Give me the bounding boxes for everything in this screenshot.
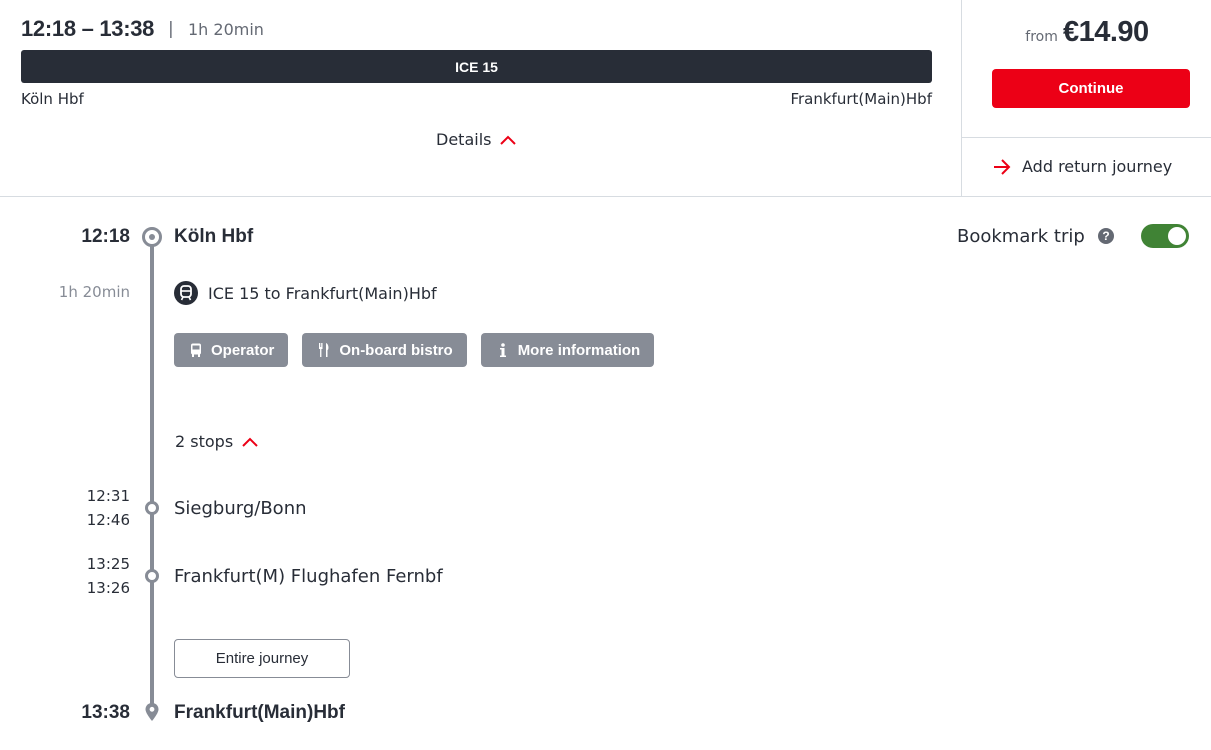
train-bar: ICE 15 <box>21 50 932 83</box>
separator: | <box>168 19 174 39</box>
arrow-right-icon <box>994 158 1011 175</box>
train-bar-label: ICE 15 <box>455 58 498 75</box>
departure-node <box>142 227 162 247</box>
time-range: 12:18 – 13:38 <box>21 16 155 41</box>
stop-departure-time: 13:26 <box>86 579 130 597</box>
operator-button[interactable]: Operator <box>174 333 289 367</box>
train-line-label: ICE 15 to Frankfurt(Main)Hbf <box>208 283 437 303</box>
price-panel: from €14.90 Continue Add return journey <box>961 0 1211 197</box>
chevron-up-icon <box>242 437 258 447</box>
more-information-button[interactable]: More information <box>480 333 655 367</box>
info-icon <box>499 343 506 357</box>
train-line: ICE 15 to Frankfurt(Main)Hbf <box>174 281 437 305</box>
more-information-label: More information <box>517 341 641 359</box>
destination-pin-icon <box>145 703 159 721</box>
price-row: from €14.90 <box>962 16 1211 49</box>
stop-departure-time: 12:46 <box>86 511 130 529</box>
divider <box>962 137 1211 138</box>
entire-journey-button[interactable]: Entire journey <box>174 639 350 678</box>
details-label: Details <box>436 130 492 149</box>
train-info-chips: Operator On-board bistro More informatio… <box>174 333 655 367</box>
stop-times: 13:25 13:26 <box>87 552 130 600</box>
bookmark-toggle[interactable] <box>1141 224 1189 248</box>
bookmark-label: Bookmark trip <box>957 226 1085 247</box>
help-icon[interactable]: ? <box>1098 228 1114 244</box>
stop-times: 12:31 12:46 <box>87 484 130 532</box>
stop-station: Siegburg/Bonn <box>174 498 307 519</box>
details-toggle[interactable]: Details <box>436 130 517 149</box>
departure-time: 12:18 <box>81 226 130 247</box>
onboard-bistro-button[interactable]: On-board bistro <box>302 333 467 367</box>
stop-station: Frankfurt(M) Flughafen Fernbf <box>174 566 443 587</box>
stop-node <box>145 569 159 583</box>
segment-duration: 1h 20min <box>58 283 130 301</box>
stops-label: 2 stops <box>175 432 234 451</box>
train-icon <box>174 281 198 305</box>
stops-toggle[interactable]: 2 stops <box>175 432 259 451</box>
add-return-label: Add return journey <box>1022 157 1173 176</box>
entire-journey-label: Entire journey <box>215 650 309 667</box>
stop-node <box>145 501 159 515</box>
journey-summary: 12:18 – 13:38 | 1h 20min ICE 15 Köln Hbf… <box>0 0 1211 197</box>
departure-station: Köln Hbf <box>174 226 254 247</box>
arrival-time: 13:38 <box>81 702 130 723</box>
operator-label: Operator <box>211 341 275 359</box>
arrival-station: Frankfurt(Main)Hbf <box>174 702 345 723</box>
continue-label: Continue <box>1058 80 1124 97</box>
price: €14.90 <box>1062 16 1149 48</box>
stop-arrival-time: 12:31 <box>86 487 130 505</box>
bus-icon <box>191 343 201 357</box>
route-line <box>150 245 154 707</box>
stop-arrival-time: 13:25 <box>86 555 130 573</box>
total-duration: 1h 20min <box>188 20 264 39</box>
cutlery-icon <box>319 343 329 357</box>
add-return-journey-link[interactable]: Add return journey <box>992 157 1172 176</box>
continue-button[interactable]: Continue <box>992 69 1190 108</box>
price-from-label: from <box>1025 29 1058 45</box>
chevron-up-icon <box>500 135 517 145</box>
onboard-bistro-label: On-board bistro <box>339 341 453 359</box>
origin-station: Köln Hbf <box>21 90 84 108</box>
destination-station: Frankfurt(Main)Hbf <box>790 90 932 108</box>
